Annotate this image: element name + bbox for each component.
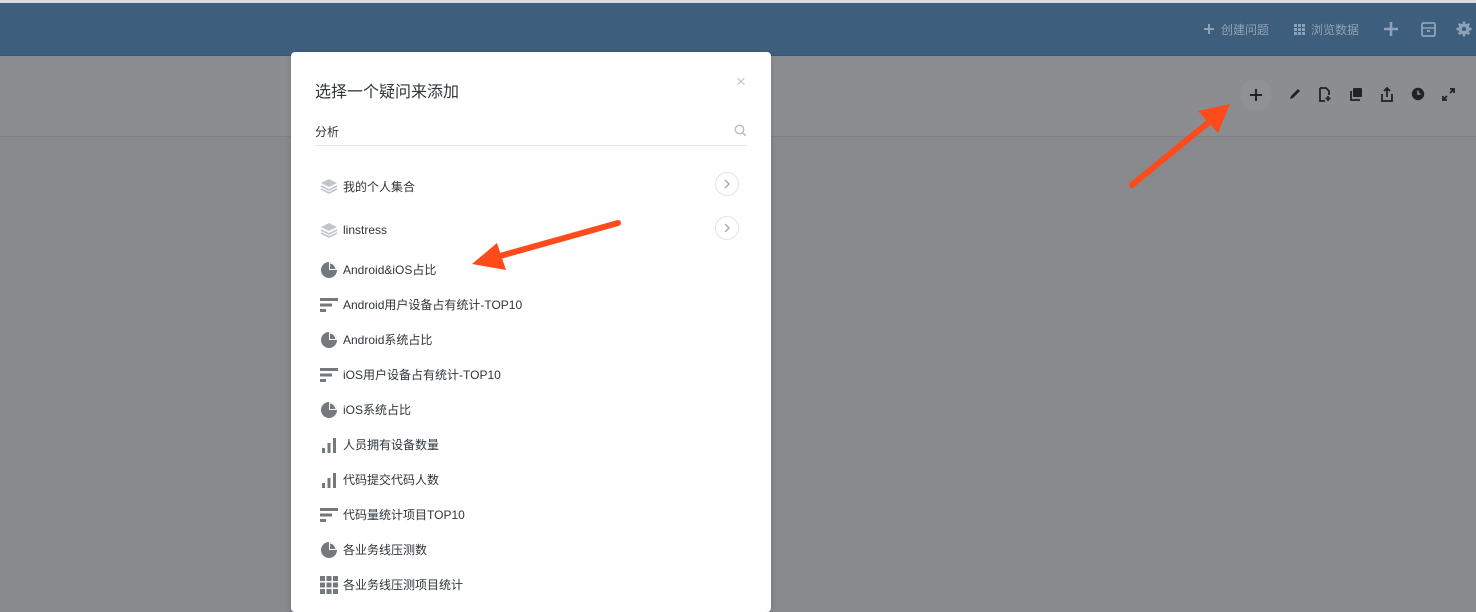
row-chart-icon — [319, 505, 339, 525]
new-button[interactable] — [1383, 3, 1399, 55]
question-item[interactable]: 各业务线压测数 — [319, 532, 743, 567]
question-label: 代码量统计项目TOP10 — [343, 508, 465, 522]
question-label: 各业务线压测项目统计 — [343, 578, 464, 592]
collection-label: linstress — [343, 223, 388, 237]
question-label: iOS系统占比 — [343, 403, 412, 417]
add-question-modal: 选择一个疑问来添加 × 我的个人集合 linstress — [291, 52, 771, 612]
settings-button[interactable] — [1456, 3, 1472, 55]
chevron-right-icon[interactable] — [715, 172, 739, 196]
question-label: 代码提交代码人数 — [343, 473, 440, 487]
modal-title: 选择一个疑问来添加 — [315, 84, 460, 101]
plus-icon — [1204, 24, 1214, 34]
search-input[interactable] — [315, 118, 715, 144]
share-icon — [1381, 86, 1393, 102]
plus-icon — [1384, 22, 1398, 36]
browse-data-button[interactable]: 浏览数据 — [1294, 3, 1359, 55]
grid-icon — [1294, 23, 1305, 35]
question-item[interactable]: 代码量统计项目TOP10 — [319, 497, 743, 532]
question-item[interactable]: iOS系统占比 — [319, 392, 743, 427]
close-icon[interactable]: × — [731, 72, 751, 92]
search-icon[interactable] — [734, 124, 747, 137]
auto-refresh-button[interactable] — [1407, 79, 1429, 109]
edit-dashboard-button[interactable] — [1284, 79, 1306, 109]
clock-icon — [1411, 87, 1425, 101]
pencil-icon — [1290, 89, 1300, 99]
question-item[interactable]: Android用户设备占有统计-TOP10 — [319, 287, 743, 322]
collection-label: 我的个人集合 — [343, 179, 416, 194]
collection-item-personal[interactable]: 我的个人集合 — [319, 164, 743, 208]
question-item[interactable]: Android&iOS占比 — [319, 252, 743, 287]
add-question-button[interactable] — [1240, 79, 1272, 111]
question-item[interactable]: 各业务线压测项目统计 — [319, 567, 743, 602]
plus-icon — [1250, 89, 1262, 101]
pie-chart-icon — [319, 330, 339, 350]
duplicate-button[interactable] — [1345, 79, 1367, 109]
pie-chart-icon — [319, 260, 339, 280]
expand-icon — [1441, 87, 1455, 101]
activity-button[interactable] — [1421, 3, 1436, 55]
share-button[interactable] — [1376, 79, 1398, 109]
create-question-button[interactable]: 创建问题 — [1203, 3, 1269, 55]
question-item[interactable]: 代码提交代码人数 — [319, 462, 743, 497]
question-label: 各业务线压测数 — [343, 543, 428, 557]
row-chart-icon — [319, 295, 339, 315]
bar-chart-icon — [319, 435, 339, 455]
copy-icon — [1350, 88, 1362, 101]
pie-chart-icon — [319, 540, 339, 560]
bar-chart-icon — [319, 470, 339, 490]
document-add-icon — [1319, 86, 1331, 102]
question-item[interactable]: iOS用户设备占有统计-TOP10 — [319, 357, 743, 392]
inbox-icon — [1421, 21, 1436, 37]
pie-chart-icon — [319, 400, 339, 420]
add-text-button[interactable] — [1314, 79, 1336, 109]
chevron-right-icon[interactable] — [715, 216, 739, 240]
question-label: Android用户设备占有统计-TOP10 — [343, 298, 523, 312]
fullscreen-button[interactable] — [1437, 79, 1459, 109]
question-label: Android系统占比 — [343, 333, 433, 347]
question-label: 人员拥有设备数量 — [343, 438, 440, 452]
browse-data-label: 浏览数据 — [1311, 22, 1360, 37]
gear-icon — [1456, 21, 1472, 37]
question-item[interactable]: Android系统占比 — [319, 322, 743, 357]
question-list: 我的个人集合 linstress Android&iOS占比 Android用户… — [319, 164, 743, 602]
collection-item-linstress[interactable]: linstress — [319, 208, 743, 252]
table-icon — [319, 575, 339, 595]
top-navbar: 创建问题 浏览数据 — [0, 3, 1476, 56]
collection-icon — [319, 220, 339, 240]
create-question-label: 创建问题 — [1221, 22, 1270, 37]
search-field — [315, 118, 747, 146]
question-label: Android&iOS占比 — [343, 263, 437, 277]
row-chart-icon — [319, 365, 339, 385]
question-item[interactable]: 人员拥有设备数量 — [319, 427, 743, 462]
collection-icon — [319, 176, 339, 196]
question-label: iOS用户设备占有统计-TOP10 — [343, 368, 501, 382]
